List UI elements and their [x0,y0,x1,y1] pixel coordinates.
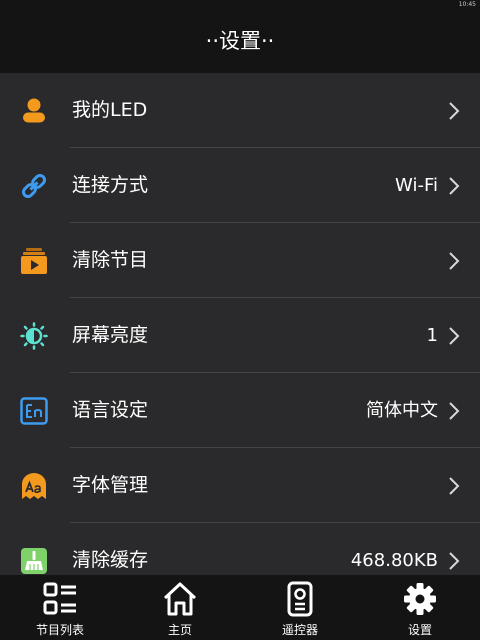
settings-row-label: 清除节目 [72,249,149,271]
program-list-icon [42,581,78,617]
settings-row-brightness[interactable]: 屏幕亮度 1 [0,298,480,373]
home-icon [162,581,198,617]
settings-row-connection[interactable]: 连接方式 Wi-Fi [0,148,480,223]
settings-row-value: Wi-Fi [395,175,438,196]
settings-row-label: 我的LED [72,99,148,121]
chevron-right-icon [448,476,460,496]
chevron-right-icon [448,101,460,121]
chevron-right-icon [448,251,460,271]
gear-icon [402,581,438,617]
status-time: 10:45 [458,1,476,8]
tab-label: 设置 [407,623,432,637]
settings-row-label: 屏幕亮度 [72,324,149,346]
settings-row-value: 468.80KB [350,550,438,571]
brightness-icon [20,322,48,350]
tab-home[interactable]: 主页 [120,575,240,640]
user-icon [20,97,48,125]
status-bar: 10:45 [0,0,480,10]
chevron-right-icon [448,551,460,571]
settings-row-font[interactable]: 字体管理 [0,448,480,523]
link-icon [20,172,48,200]
tab-remote[interactable]: 遥控器 [240,575,360,640]
font-aa-icon [20,472,48,500]
remote-icon [282,581,318,617]
broom-icon [20,547,48,575]
chevron-right-icon [448,176,460,196]
chevron-right-icon [448,326,460,346]
settings-row-my-led[interactable]: 我的LED [0,73,480,148]
settings-row-clear-program[interactable]: 清除节目 [0,223,480,298]
bottom-tab-bar: 节目列表 主页 遥控器 设置 [0,575,480,640]
chevron-right-icon [448,401,460,421]
tab-label: 主页 [167,623,192,637]
settings-row-label: 连接方式 [72,174,149,196]
tab-label: 节目列表 [35,623,84,637]
settings-row-label: 清除缓存 [72,549,149,571]
settings-row-value: 1 [426,325,438,346]
tab-program-list[interactable]: 节目列表 [0,575,120,640]
clear-program-icon [20,247,48,275]
settings-row-label: 语言设定 [72,399,149,421]
tab-label: 遥控器 [281,623,318,637]
tab-settings[interactable]: 设置 [360,575,480,640]
page-title: ··设置·· [205,29,275,53]
header: ··设置·· [0,10,480,73]
settings-row-clear-cache[interactable]: 清除缓存 468.80KB [0,523,480,575]
settings-list: 我的LED 连接方式 Wi-Fi 清除节目 屏幕亮度 1 语言设定 简体中文 字… [0,73,480,575]
settings-row-value: 简体中文 [366,400,438,421]
settings-row-label: 字体管理 [72,474,149,496]
settings-row-language[interactable]: 语言设定 简体中文 [0,373,480,448]
language-en-icon [20,397,48,425]
